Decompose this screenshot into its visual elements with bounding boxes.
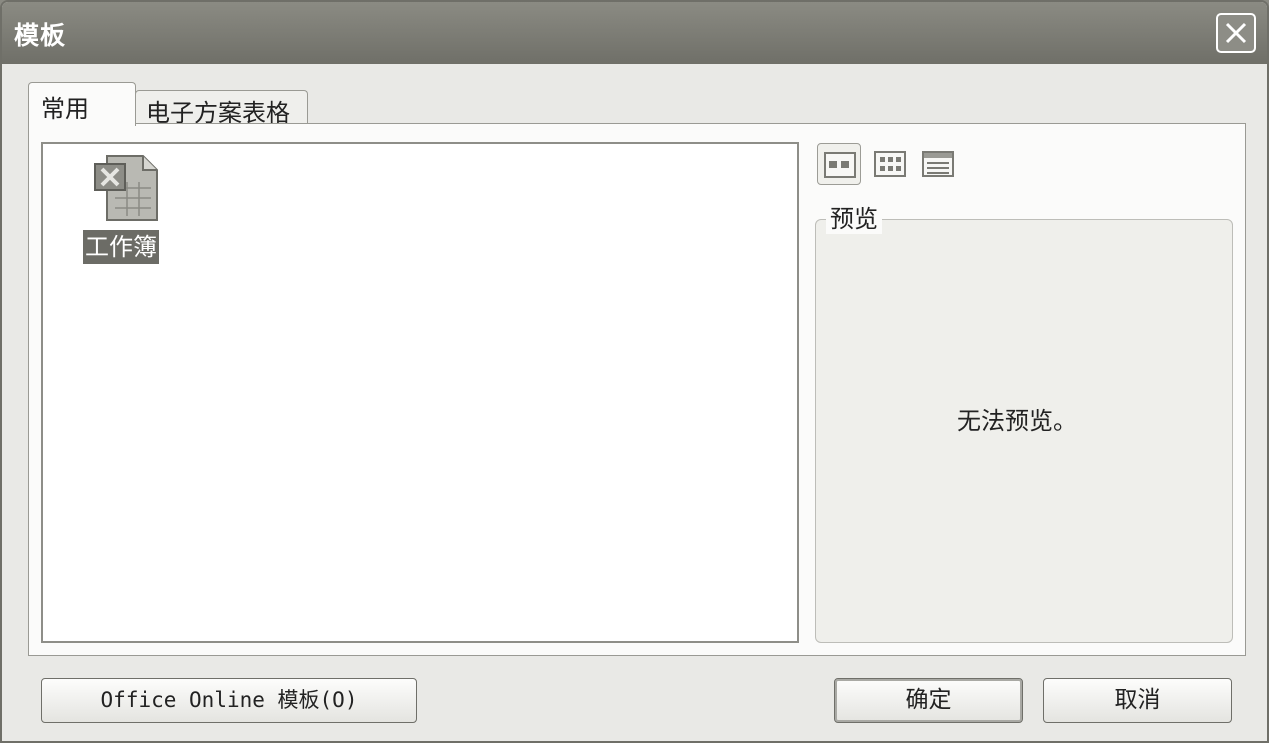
details-view-button[interactable] [916,143,960,185]
tab-spreadsheet-solutions[interactable]: 电子方案表格 [135,90,308,127]
close-button[interactable] [1216,13,1256,53]
template-item-workbook[interactable]: 工作簿 [83,152,169,264]
title-bar[interactable]: 模板 [2,2,1267,64]
tab-common[interactable]: 常用 [28,82,136,126]
list-view-icon [874,151,906,177]
templates-dialog: 模板 常用 电子方案表格 工作簿 预览 无法预览。 Office Online … [0,0,1269,743]
office-online-templates-button[interactable]: Office Online 模板(O) [41,678,417,723]
preview-empty-text: 无法预览。 [957,407,1077,435]
large-icons-view-icon [824,152,856,178]
list-view-button[interactable] [868,143,912,185]
large-icons-view-button[interactable] [817,143,861,185]
excel-workbook-icon [94,155,158,221]
ok-button[interactable]: 确定 [834,678,1023,723]
tab-common-label: 常用 [41,95,89,123]
template-item-label: 工作簿 [83,230,159,264]
preview-legend: 预览 [826,204,882,234]
close-icon [1225,22,1247,44]
dialog-title: 模板 [14,21,67,50]
details-view-icon [922,151,954,177]
cancel-button[interactable]: 取消 [1043,678,1232,723]
template-list[interactable]: 工作簿 [41,142,799,643]
